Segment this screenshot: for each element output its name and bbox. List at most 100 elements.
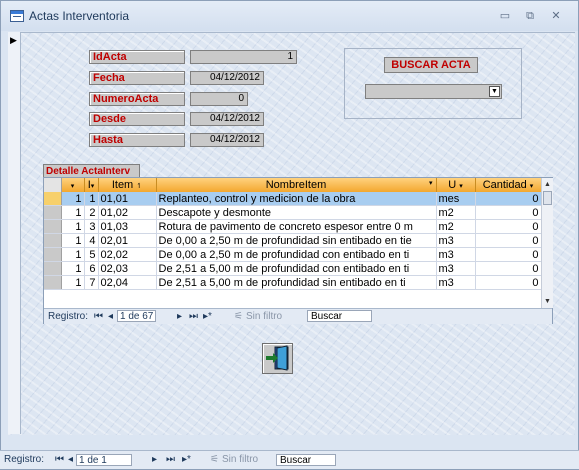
table-row[interactable]: 1 4 02,01 De 0,00 a 2,50 m de profundida… [44,233,542,248]
table-row[interactable]: 1 6 02,03 De 2,51 a 5,00 m de profundida… [44,261,542,276]
restore-icon[interactable]: ⧉ [520,7,540,25]
record-position-field[interactable]: 1 de 1 [76,454,132,466]
buscar-acta-button[interactable]: BUSCAR ACTA [384,57,478,73]
hasta-value[interactable]: 04/12/2012 [190,133,264,147]
cell-nombreitem[interactable]: De 2,51 a 5,00 m de profundidad sin enti… [156,275,437,290]
fecha-value[interactable]: 04/12/2012 [190,71,264,85]
cell-u[interactable]: m2 [436,219,476,234]
row-selector[interactable] [44,205,62,220]
cell-item[interactable]: 01,01 [98,192,157,206]
cell-nombreitem[interactable]: Replanteo, control y medicion de la obra [156,192,437,206]
table-row[interactable]: 1 3 01,03 Rotura de pavimento de concret… [44,219,542,234]
cell-nombreitem[interactable]: Descapote y desmonte [156,205,437,220]
cell-cantidad[interactable]: 0 [475,261,542,276]
cell-item[interactable]: 02,02 [98,247,157,262]
cell-u[interactable]: m3 [436,275,476,290]
minimize-icon[interactable]: ▭ [495,7,515,25]
next-record-icon[interactable]: ▸ [177,309,182,324]
no-filter-indicator[interactable]: Sin filtro [246,309,282,324]
desde-value[interactable]: 04/12/2012 [190,112,264,126]
table-row[interactable]: 1 5 02,02 De 0,00 a 2,50 m de profundida… [44,247,542,262]
select-all-header[interactable] [44,178,62,192]
column-header-cantidad[interactable]: Cantidad ▾ [475,178,542,192]
record-position-field[interactable]: 1 de 67 [117,310,157,322]
cell-i[interactable]: 4 [84,233,99,248]
sort-dropdown-icon[interactable]: ▾ [429,179,433,187]
cell-nombreitem[interactable]: De 0,00 a 2,50 m de profundidad sin enti… [156,233,437,248]
acta-search-combo[interactable]: ▼ [365,84,502,99]
exit-button[interactable] [262,343,293,374]
cell-cantidad[interactable]: 0 [475,205,542,220]
close-icon[interactable]: ✕ [546,7,566,25]
numeroacta-value[interactable]: 0 [190,92,248,106]
previous-record-icon[interactable]: ◂ [68,451,73,469]
column-header-item[interactable]: Item ↿ [98,178,157,192]
first-record-icon[interactable]: ⏮ [94,309,103,324]
cell-item[interactable]: 02,03 [98,261,157,276]
no-filter-indicator[interactable]: Sin filtro [222,451,258,469]
scroll-thumb[interactable] [543,191,552,205]
chevron-down-icon[interactable]: ▼ [489,86,500,97]
cell-i[interactable]: 7 [84,275,99,290]
scroll-up-icon[interactable]: ▲ [542,179,553,190]
cell-first[interactable]: 1 [61,219,85,234]
column-header-nombreitem[interactable]: NombreItem ▾ [156,178,437,192]
cell-u[interactable]: m3 [436,233,476,248]
cell-cantidad[interactable]: 0 [475,233,542,248]
cell-cantidad[interactable]: 0 [475,247,542,262]
search-input[interactable]: Buscar [307,310,372,322]
table-row[interactable]: 1 7 02,04 De 2,51 a 5,00 m de profundida… [44,275,542,290]
row-selector[interactable] [44,275,62,290]
column-header-u[interactable]: U ▾ [436,178,476,192]
sort-dropdown-icon[interactable]: ▾ [459,183,463,190]
new-record-icon[interactable]: ▸* [203,309,212,324]
cell-cantidad[interactable]: 0 [475,192,542,206]
filter-icon[interactable]: ⚟ [234,309,243,324]
cell-first[interactable]: 1 [61,275,85,290]
cell-cantidad[interactable]: 0 [475,275,542,290]
cell-u[interactable]: m2 [436,205,476,220]
cell-first[interactable]: 1 [61,261,85,276]
cell-i[interactable]: 5 [84,247,99,262]
cell-nombreitem[interactable]: De 0,00 a 2,50 m de profundidad con enti… [156,247,437,262]
table-row[interactable]: 1 1 01,01 Replanteo, control y medicion … [44,192,542,206]
row-selector[interactable] [44,219,62,234]
row-selector[interactable] [44,233,62,248]
cell-i[interactable]: 3 [84,219,99,234]
cell-i[interactable]: 1 [84,192,99,206]
cell-item[interactable]: 01,03 [98,219,157,234]
sort-dropdown-icon[interactable]: ▾ [91,183,95,190]
cell-first[interactable]: 1 [61,192,85,206]
cell-u[interactable]: mes [436,192,476,206]
cell-nombreitem[interactable]: De 2,51 a 5,00 m de profundidad con enti… [156,261,437,276]
new-record-icon[interactable]: ▸* [182,451,191,469]
previous-record-icon[interactable]: ◂ [108,309,113,324]
last-record-icon[interactable]: ⏭ [166,451,175,469]
cell-first[interactable]: 1 [61,205,85,220]
cell-item[interactable]: 02,04 [98,275,157,290]
scroll-down-icon[interactable]: ▼ [542,296,553,307]
row-selector[interactable] [44,192,62,206]
table-row[interactable]: 1 2 01,02 Descapote y desmonte m2 0 [44,205,542,220]
cell-item[interactable]: 02,01 [98,233,157,248]
last-record-icon[interactable]: ⏭ [189,309,198,324]
column-header-first[interactable]: ▾ [61,178,85,192]
row-selector[interactable] [44,261,62,276]
subform-vertical-scrollbar[interactable]: ▲ ▼ [541,178,553,308]
filter-icon[interactable]: ⚟ [210,451,219,469]
cell-cantidad[interactable]: 0 [475,219,542,234]
idacta-value[interactable]: 1 [190,50,297,64]
cell-nombreitem[interactable]: Rotura de pavimento de concreto espesor … [156,219,437,234]
first-record-icon[interactable]: ⏮ [55,451,64,469]
sort-ascending-icon[interactable]: ↿ [136,183,142,190]
search-input[interactable]: Buscar [276,454,336,466]
record-selector[interactable]: ▶ [8,32,21,434]
cell-item[interactable]: 01,02 [98,205,157,220]
cell-i[interactable]: 6 [84,261,99,276]
cell-first[interactable]: 1 [61,233,85,248]
row-selector[interactable] [44,247,62,262]
sort-dropdown-icon[interactable]: ▾ [71,183,75,190]
cell-first[interactable]: 1 [61,247,85,262]
sort-dropdown-icon[interactable]: ▾ [530,183,534,190]
cell-u[interactable]: m3 [436,261,476,276]
